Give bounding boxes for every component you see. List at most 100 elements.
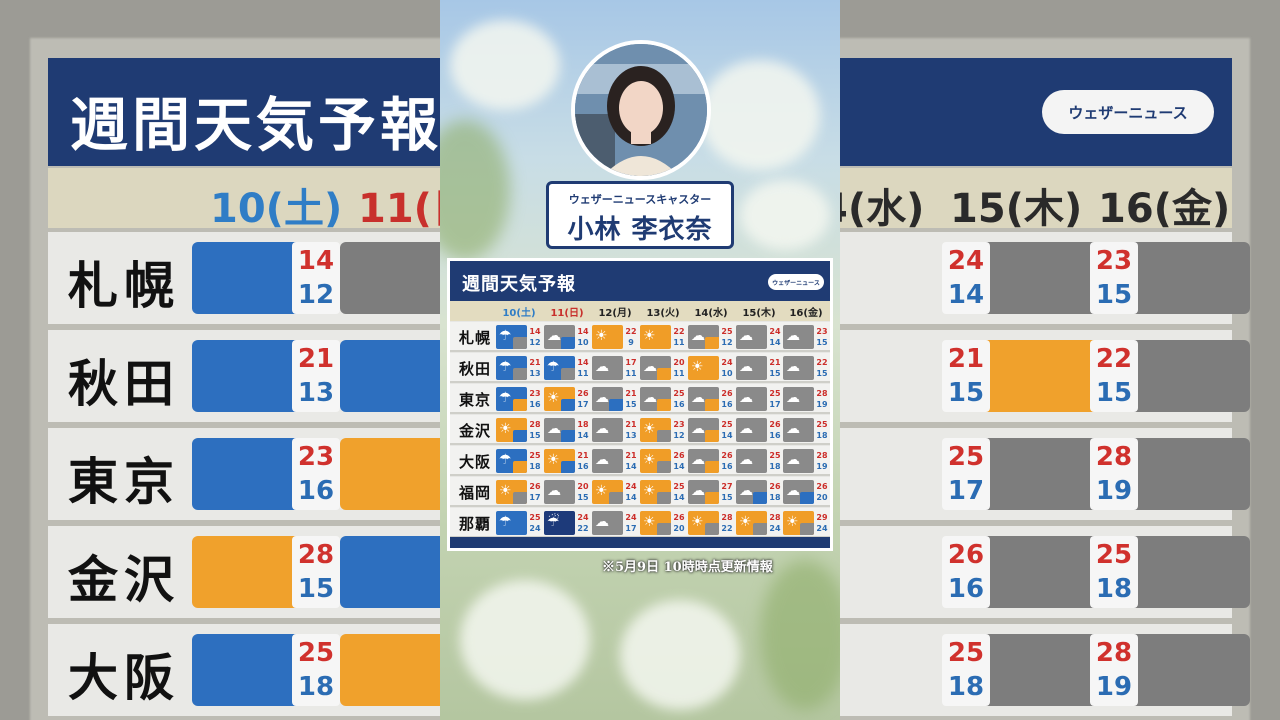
low-temp: 18 bbox=[769, 493, 781, 502]
forecast-cell: ☀ 24 14 bbox=[592, 480, 638, 504]
low-temp: 14 bbox=[673, 462, 685, 471]
forecast-cell: ☂ 14 11 bbox=[544, 356, 590, 380]
cloud-glyph-icon: ☁ bbox=[739, 328, 753, 344]
sun-icon: ☀ bbox=[688, 511, 719, 535]
sun-glyph-icon: ☀ bbox=[739, 514, 752, 530]
cloud-glyph-icon: ☁ bbox=[547, 483, 561, 499]
caster-avatar bbox=[571, 40, 711, 180]
cloud-icon: ☁ bbox=[688, 480, 719, 504]
sun-secondary-icon bbox=[657, 399, 671, 411]
forecast-row: 金沢 ☀ 28 15 ☁ 18 14 ☁ 21 13 ☀ 23 12 ☁ 25 14 ☁ 26 16 ☁ 25 18 bbox=[450, 415, 830, 445]
high-temp: 20 bbox=[577, 482, 589, 491]
high-temp: 25 bbox=[769, 389, 781, 398]
cloud-glyph-icon: ☁ bbox=[595, 452, 609, 468]
forecast-date: 14(水) bbox=[694, 308, 728, 319]
forecast-cell: ☀ 24 10 bbox=[688, 356, 734, 380]
low-temp: 15 bbox=[529, 431, 541, 440]
high-temp: 26 bbox=[673, 513, 685, 522]
low-temp: 11 bbox=[673, 369, 685, 378]
sun-glyph-icon: ☀ bbox=[643, 421, 656, 437]
forecast-cell: ☁ 28 19 bbox=[783, 387, 829, 411]
low-temp: 16 bbox=[721, 400, 733, 409]
rain-icon: ☂ bbox=[496, 325, 527, 349]
cloud-glyph-icon: ☁ bbox=[739, 359, 753, 375]
background-date: 15(木) bbox=[950, 186, 1083, 232]
background-high-temp: 26 bbox=[947, 540, 985, 570]
cloud-icon: ☁ bbox=[592, 356, 623, 380]
cloud-glyph-icon: ☁ bbox=[786, 483, 800, 499]
background-temps: 2616 bbox=[942, 536, 990, 608]
high-temp: 24 bbox=[769, 327, 781, 336]
background-temps: 24 14 bbox=[942, 242, 990, 314]
high-temp: 14 bbox=[529, 327, 541, 336]
cloud-secondary-icon bbox=[513, 492, 527, 504]
forecast-cell: ☂ 25 24 bbox=[496, 511, 542, 535]
cloud-icon: ☁ bbox=[783, 325, 814, 349]
sun-icon: ☀ bbox=[688, 356, 719, 380]
cloud-icon: ☁ bbox=[736, 480, 767, 504]
background-temps: 25 18 bbox=[292, 634, 340, 706]
sun-icon: ☀ bbox=[640, 418, 671, 442]
cloud-icon: ☁ bbox=[783, 356, 814, 380]
high-temp: 25 bbox=[673, 482, 685, 491]
background-city: 札幌 bbox=[68, 257, 180, 315]
weekly-forecast-table: 週間天気予報 ウェザーニュース 10(土) 11(日) 12(月) 13(火) 14(水… bbox=[447, 258, 833, 551]
blossom-blur bbox=[700, 60, 820, 170]
rain-icon: ☂ bbox=[496, 356, 527, 380]
background-low-temp: 13 bbox=[297, 378, 335, 408]
high-temp: 21 bbox=[625, 420, 637, 429]
cloud-icon: ☁ bbox=[783, 418, 814, 442]
forecast-cell: ☀ 26 20 bbox=[640, 511, 686, 535]
background-temps: 21 13 bbox=[292, 340, 340, 412]
cloud-glyph-icon: ☁ bbox=[547, 421, 561, 437]
background-high-temp: 22 bbox=[1095, 344, 1133, 374]
forecast-cell: ☁ 17 11 bbox=[592, 356, 638, 380]
forecast-cell: ☁ 21 15 bbox=[736, 356, 782, 380]
background-temps: 23 15 bbox=[1090, 242, 1138, 314]
cloud-glyph-icon: ☁ bbox=[739, 452, 753, 468]
forecast-cell: ☀ 23 12 bbox=[640, 418, 686, 442]
rain-glyph-icon: ☂ bbox=[547, 359, 560, 375]
high-temp: 28 bbox=[816, 451, 828, 460]
rain-secondary-icon bbox=[561, 430, 575, 442]
sun-glyph-icon: ☀ bbox=[643, 514, 656, 530]
low-temp: 24 bbox=[816, 524, 828, 533]
sun-glyph-icon: ☀ bbox=[499, 421, 512, 437]
cloud-icon: ☁ bbox=[544, 418, 575, 442]
cloud-glyph-icon: ☁ bbox=[786, 452, 800, 468]
cloud-secondary-icon bbox=[753, 523, 767, 535]
forecast-row: 大阪 ☂ 25 18 ☀ 21 16 ☁ 21 14 ☀ 26 14 ☁ 26 16 ☁ 25 18 ☁ 28 19 bbox=[450, 446, 830, 476]
low-temp: 19 bbox=[816, 462, 828, 471]
cloud-icon: ☁ bbox=[783, 480, 814, 504]
cloud-glyph-icon: ☁ bbox=[739, 390, 753, 406]
background-low-temp: 14 bbox=[947, 280, 985, 310]
sun-icon: ☀ bbox=[592, 480, 623, 504]
low-temp: 11 bbox=[673, 338, 685, 347]
low-temp: 22 bbox=[577, 524, 589, 533]
high-temp: 26 bbox=[721, 389, 733, 398]
low-temp: 17 bbox=[529, 493, 541, 502]
rain-icon: ☂ bbox=[544, 356, 575, 380]
rain-glyph-icon: ☂ bbox=[499, 359, 512, 375]
forecast-cell: ☁ 25 14 bbox=[688, 418, 734, 442]
high-temp: 23 bbox=[673, 420, 685, 429]
cloud-glyph-icon: ☁ bbox=[643, 359, 657, 375]
cloud-icon: ☁ bbox=[736, 356, 767, 380]
caster-role: ウェザーニュースキャスター bbox=[568, 193, 712, 206]
high-temp: 21 bbox=[529, 358, 541, 367]
cloud-icon: ☁ bbox=[544, 480, 575, 504]
cloud-icon: ☁ bbox=[736, 325, 767, 349]
background-low-temp: 19 bbox=[1095, 476, 1133, 506]
sun-secondary-icon bbox=[513, 399, 527, 411]
cloud-glyph-icon: ☁ bbox=[595, 514, 609, 530]
forecast-cell: ☀ 22 11 bbox=[640, 325, 686, 349]
low-temp: 15 bbox=[816, 338, 828, 347]
background-low-temp: 15 bbox=[1095, 280, 1133, 310]
low-temp: 24 bbox=[529, 524, 541, 533]
rain-glyph-icon: ☂ bbox=[499, 328, 512, 344]
background-city: 秋田 bbox=[68, 355, 180, 413]
forecast-cell: ☁ 26 16 bbox=[736, 418, 782, 442]
forecast-cell: ☀ 22 9 bbox=[592, 325, 638, 349]
background-temps: 14 12 bbox=[292, 242, 340, 314]
low-temp: 22 bbox=[721, 524, 733, 533]
